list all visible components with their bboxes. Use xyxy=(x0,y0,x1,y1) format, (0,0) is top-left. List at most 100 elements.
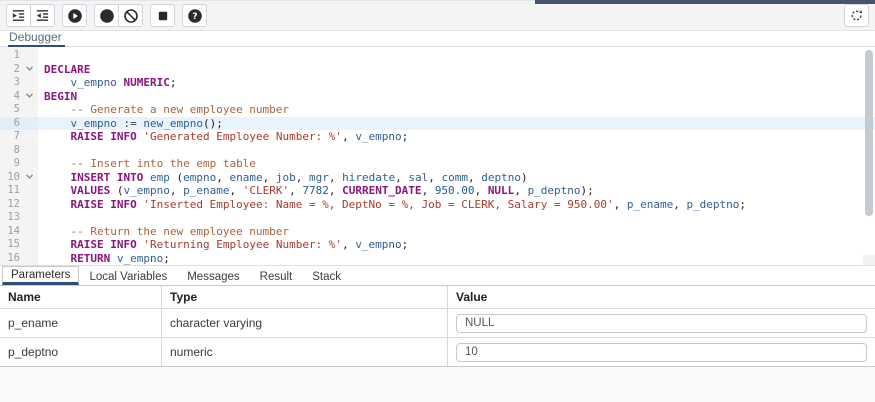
token-var: p_deptno xyxy=(528,184,581,197)
token-plain xyxy=(110,171,117,184)
line-number[interactable]: 9 xyxy=(0,157,22,171)
token-plain: , xyxy=(514,184,527,197)
token-plain: , xyxy=(475,184,488,197)
token-kw: BEGIN xyxy=(44,90,77,103)
token-var: ename xyxy=(230,171,263,184)
token-var: p_ename xyxy=(183,184,229,197)
token-plain: ); xyxy=(581,184,594,197)
line-number[interactable]: 13 xyxy=(0,211,22,225)
line-number[interactable]: 16 xyxy=(0,252,22,266)
toolbar-button-group xyxy=(62,4,87,27)
step-over-button[interactable] xyxy=(30,4,55,27)
param-type-cell: character varying xyxy=(162,309,448,337)
code-line: 9 -- Insert into the emp table xyxy=(0,157,875,171)
step-into-icon xyxy=(11,8,26,23)
chevron-down-icon xyxy=(25,63,34,77)
token-plain: ; xyxy=(739,198,746,211)
continue-button[interactable] xyxy=(62,4,87,27)
code-line: 3 v_empno NUMERIC; xyxy=(0,76,875,90)
token-kw: CURRENT_DATE xyxy=(342,184,421,197)
token-var: hiredate xyxy=(342,171,395,184)
line-number[interactable]: 15 xyxy=(0,238,22,252)
code-text: -- Generate a new employee number xyxy=(38,103,289,117)
line-number[interactable]: 6 xyxy=(0,117,22,131)
code-line: 13 xyxy=(0,211,875,225)
tab-messages[interactable]: Messages xyxy=(177,268,249,285)
line-number[interactable]: 3 xyxy=(0,76,22,90)
table-header-row: NameTypeValue xyxy=(0,286,875,309)
token-var: emp xyxy=(150,171,170,184)
gutter-cell: 13 xyxy=(0,211,38,225)
tab-local-variables[interactable]: Local Variables xyxy=(79,268,177,285)
line-number[interactable]: 2 xyxy=(0,63,22,77)
toolbar-button-group: ? xyxy=(182,4,207,27)
refresh-button[interactable] xyxy=(844,4,869,27)
line-number[interactable]: 11 xyxy=(0,184,22,198)
fold-toggle[interactable] xyxy=(22,171,36,185)
step-over-icon xyxy=(35,8,50,23)
token-plain xyxy=(44,225,71,238)
fold-toggle[interactable] xyxy=(22,90,36,104)
token-plain xyxy=(44,157,71,170)
token-var: mgr xyxy=(309,171,329,184)
token-plain xyxy=(44,198,71,211)
token-str: 'CLERK' xyxy=(243,184,289,197)
line-number[interactable]: 1 xyxy=(0,49,22,63)
code-text xyxy=(38,211,44,225)
code-line: 1 xyxy=(0,49,875,63)
vertical-scrollbar-thumb[interactable] xyxy=(865,50,873,216)
line-number[interactable]: 12 xyxy=(0,198,22,212)
token-kw: INFO xyxy=(110,238,137,251)
param-value-cell xyxy=(448,309,875,337)
code-editor[interactable]: 12 DECLARE3 v_empno NUMERIC;4 BEGIN 5 -- Ge… xyxy=(0,47,875,266)
gutter-cell: 5 xyxy=(0,103,38,117)
tab-result[interactable]: Result xyxy=(250,268,303,285)
token-var: empno xyxy=(183,171,216,184)
gutter-cell: 8 xyxy=(0,144,38,158)
token-kw: INSERT xyxy=(71,171,111,184)
line-number[interactable]: 4 xyxy=(0,90,22,104)
token-plain xyxy=(44,103,71,116)
line-number[interactable]: 10 xyxy=(0,171,22,185)
toggle-breakpoint-button[interactable] xyxy=(94,4,119,27)
param-value-input[interactable] xyxy=(456,343,867,362)
debugger-toolbar: ? xyxy=(0,0,875,31)
token-plain: ( xyxy=(170,171,183,184)
token-plain: ( xyxy=(110,184,123,197)
stop-button[interactable] xyxy=(150,4,175,27)
token-kw: RAISE xyxy=(71,130,104,143)
step-into-button[interactable] xyxy=(6,4,31,27)
gutter-cell: 15 xyxy=(0,238,38,252)
refresh-icon xyxy=(849,8,864,23)
tab-parameters[interactable]: Parameters xyxy=(2,266,79,285)
fold-spacer xyxy=(22,211,36,225)
token-plain: , xyxy=(342,130,355,143)
tab-debugger[interactable]: Debugger xyxy=(8,31,65,48)
token-plain: (); xyxy=(203,117,223,130)
line-number[interactable]: 5 xyxy=(0,103,22,117)
fold-toggle[interactable] xyxy=(22,63,36,77)
token-plain: , xyxy=(468,171,481,184)
token-plain xyxy=(44,184,71,197)
line-number[interactable]: 8 xyxy=(0,144,22,158)
line-number[interactable]: 7 xyxy=(0,130,22,144)
token-kw: RAISE xyxy=(71,198,104,211)
param-value-input[interactable] xyxy=(456,314,867,333)
gutter-cell: 7 xyxy=(0,130,38,144)
param-type-cell: numeric xyxy=(162,338,448,366)
tab-stack[interactable]: Stack xyxy=(302,268,351,285)
code-text: -- Insert into the emp table xyxy=(38,157,256,171)
code-line: 7 RAISE INFO 'Generated Employee Number:… xyxy=(0,130,875,144)
code-lines: 12 DECLARE3 v_empno NUMERIC;4 BEGIN 5 -- Ge… xyxy=(0,49,875,265)
code-line: 2 DECLARE xyxy=(0,63,875,77)
line-number[interactable]: 14 xyxy=(0,225,22,239)
fold-spacer xyxy=(22,76,36,90)
table-row: p_enamecharacter varying xyxy=(0,309,875,338)
token-plain xyxy=(44,171,71,184)
clear-breakpoints-button[interactable] xyxy=(118,4,143,27)
token-plain: , xyxy=(170,184,183,197)
help-button[interactable]: ? xyxy=(182,4,207,27)
code-text: DECLARE xyxy=(38,63,90,77)
token-plain: , xyxy=(428,171,441,184)
token-var: v_empno xyxy=(355,238,401,251)
